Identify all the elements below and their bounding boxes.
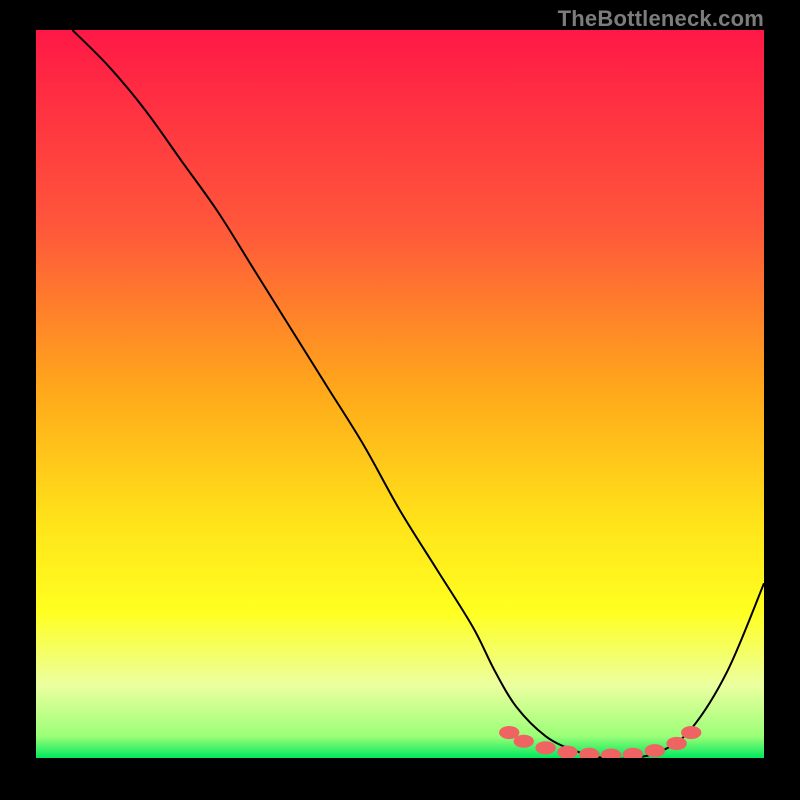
- marker-dot: [535, 741, 555, 754]
- marker-dot: [557, 746, 577, 758]
- marker-dot: [666, 737, 686, 750]
- marker-dot: [681, 726, 701, 739]
- curve-layer: [36, 30, 764, 758]
- marker-dot: [601, 749, 621, 758]
- watermark-text: TheBottleneck.com: [558, 6, 764, 32]
- marker-dot: [623, 748, 643, 758]
- optimal-zone-markers: [499, 726, 701, 758]
- plot-area: [36, 30, 764, 758]
- marker-dot: [645, 744, 665, 757]
- marker-dot: [579, 748, 599, 758]
- bottleneck-curve: [72, 30, 764, 758]
- marker-dot: [514, 735, 534, 748]
- chart-container: { "watermark": "TheBottleneck.com", "col…: [0, 0, 800, 800]
